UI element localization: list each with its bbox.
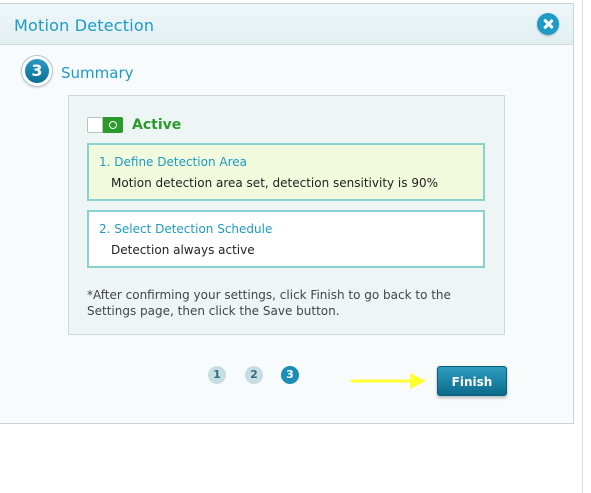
step-number: 3 [25, 59, 49, 83]
page-dot-1[interactable]: 1 [208, 366, 226, 384]
summary-item-detail: Detection always active [111, 243, 255, 257]
page-divider [582, 0, 583, 493]
annotation-arrow-icon [350, 373, 426, 389]
summary-item-detail: Motion detection area set, detection sen… [111, 176, 439, 190]
toggle-off-segment [87, 117, 103, 133]
active-toggle[interactable] [87, 117, 123, 133]
close-icon[interactable] [537, 13, 559, 35]
summary-item-detection-area: 1. Define Detection Area Motion detectio… [87, 143, 485, 201]
active-label: Active [132, 117, 182, 133]
instruction-note: *After confirming your settings, click F… [87, 288, 451, 318]
step-number-badge: 3 [21, 55, 53, 87]
summary-item-detection-schedule: 2. Select Detection Schedule Detection a… [87, 210, 485, 268]
toggle-on-segment [103, 117, 123, 133]
finish-button[interactable]: Finish [437, 366, 507, 396]
step-title: Summary [61, 64, 134, 82]
dialog-header: Motion Detection [0, 4, 573, 45]
summary-item-heading: 2. Select Detection Schedule [99, 222, 273, 236]
summary-item-heading: 1. Define Detection Area [99, 155, 247, 169]
dialog-title: Motion Detection [14, 16, 155, 35]
page-dot-3[interactable]: 3 [281, 366, 299, 384]
page-dot-2[interactable]: 2 [245, 366, 263, 384]
